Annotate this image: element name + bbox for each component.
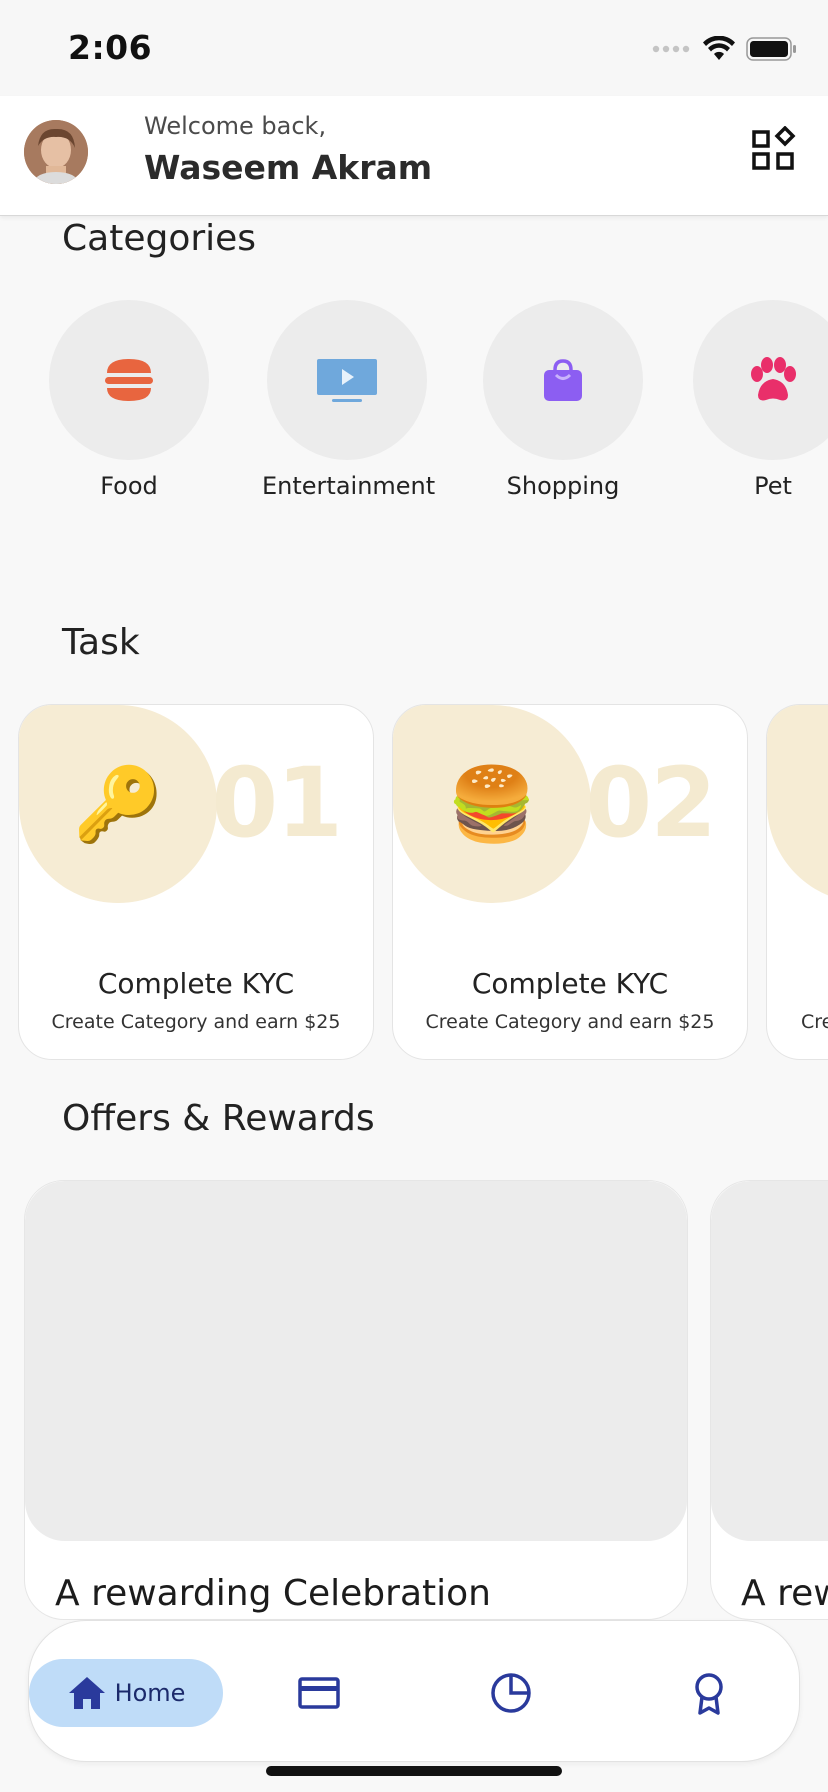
task-card-title: Complete KYC (471, 967, 669, 1000)
nav-home-button[interactable]: Home (29, 1659, 223, 1727)
offer-image (711, 1181, 828, 1541)
status-time: 2:06 (68, 28, 153, 67)
category-shopping[interactable]: Shopping (478, 300, 648, 500)
card-icon (298, 1677, 340, 1709)
apps-grid-icon (752, 125, 796, 170)
award-icon (695, 1673, 723, 1715)
offer-card[interactable]: A rewarding Celebration (710, 1180, 828, 1620)
category-entertainment[interactable]: Entertainment (262, 300, 436, 500)
task-card-title: Complete KYC (97, 967, 295, 1000)
wifi-icon (703, 36, 735, 60)
avatar[interactable] (24, 120, 88, 184)
category-food[interactable]: Food (44, 300, 214, 500)
task-card-subtitle: Create Category and earn $25 (51, 1011, 341, 1033)
task-card-subtitle: Create Category and earn $25 (425, 1011, 715, 1033)
offer-image (25, 1181, 687, 1541)
user-name: Waseem Akram (144, 148, 433, 187)
category-pet[interactable]: Pet (688, 300, 828, 500)
nav-home-label: Home (114, 1679, 186, 1707)
categories-title: Categories (62, 218, 257, 259)
key-icon: 🔑 (73, 761, 163, 846)
app-header: Welcome back, Waseem Akram (0, 96, 828, 216)
battery-icon (746, 37, 796, 61)
burger-emoji-icon: 🍔 (447, 761, 537, 846)
pie-chart-icon (491, 1673, 531, 1713)
nav-rewards-button[interactable] (687, 1671, 731, 1715)
task-title: Task (62, 622, 140, 663)
nav-stats-button[interactable] (489, 1671, 533, 1715)
task-card-subtitle: Create Category and earn $25 (801, 1011, 828, 1033)
category-label: Entertainment (262, 472, 436, 500)
task-card[interactable]: 🍔 02 Complete KYC Create Category and ea… (392, 704, 748, 1060)
nav-cards-button[interactable] (297, 1671, 341, 1715)
signal-icon (652, 45, 690, 53)
offers-title: Offers & Rewards (62, 1098, 375, 1139)
apps-grid-button[interactable] (750, 125, 798, 174)
category-label: Shopping (506, 472, 620, 500)
shopping-bag-icon (544, 359, 582, 401)
home-indicator (266, 1766, 562, 1776)
offer-title: A rewarding Celebration (55, 1573, 491, 1614)
offer-card[interactable]: A rewarding Celebration (24, 1180, 688, 1620)
task-number: 02 (585, 747, 717, 859)
task-number: 01 (211, 747, 343, 859)
home-icon (68, 1677, 105, 1709)
task-card[interactable]: Create Category and earn $25 (766, 704, 828, 1060)
welcome-text: Welcome back, (144, 112, 327, 140)
status-icons (652, 36, 798, 62)
task-card[interactable]: 🔑 01 Complete KYC Create Category and ea… (18, 704, 374, 1060)
category-label: Food (100, 472, 158, 500)
category-label: Pet (754, 472, 792, 500)
tv-icon (317, 359, 377, 402)
paw-icon (751, 357, 796, 401)
offer-title: A rewarding Celebration (741, 1573, 828, 1614)
burger-icon (105, 359, 153, 401)
bottom-nav: Home (28, 1620, 800, 1762)
status-bar: 2:06 (0, 0, 828, 96)
